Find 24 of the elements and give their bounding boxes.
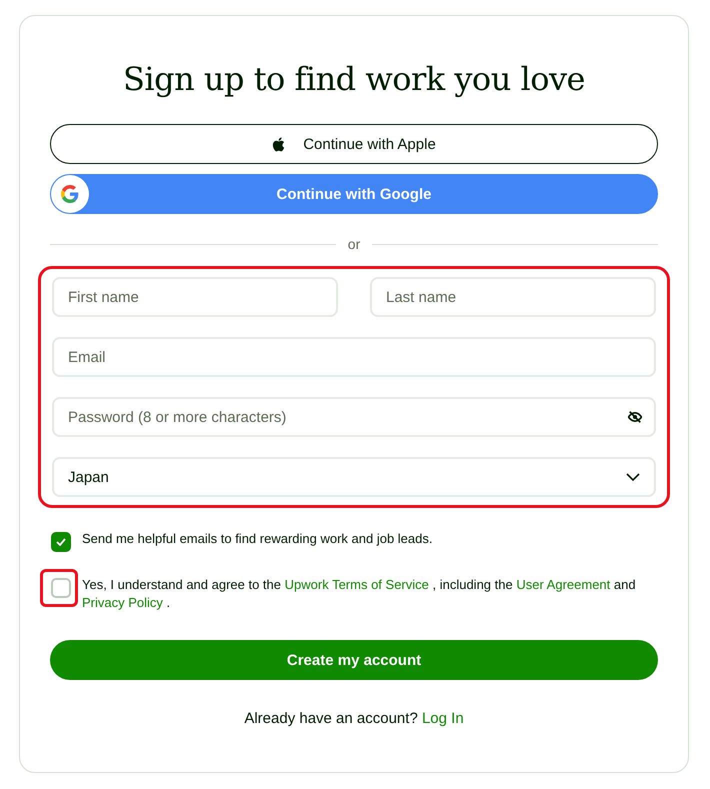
page-title: Sign up to find work you love xyxy=(122,60,586,98)
name-field[interactable]: Last name xyxy=(370,277,656,317)
login-link[interactable]: Log In xyxy=(422,710,464,727)
create-account-button[interactable]: Create my account xyxy=(50,640,658,680)
apple-signin-button[interactable]: Continue with Apple xyxy=(50,124,658,164)
name-field[interactable]: First name xyxy=(52,277,338,317)
terms-link[interactable]: Privacy Policy xyxy=(82,595,163,610)
chevron-down-icon xyxy=(626,473,640,481)
terms-text: Yes, I understand and agree to the Upwork Terms of Service , including the User Agreement and Privacy Policy . xyxy=(82,576,637,612)
check-icon xyxy=(56,538,66,546)
divider-text: or xyxy=(348,236,360,252)
eye-slash-icon[interactable] xyxy=(628,411,642,423)
google-logo-icon xyxy=(61,185,79,203)
apple-icon xyxy=(272,136,286,152)
email-field[interactable]: Email xyxy=(52,337,656,377)
login-prompt: Already have an account? xyxy=(244,710,418,727)
terms-link[interactable]: Upwork Terms of Service xyxy=(284,577,429,592)
checkbox[interactable] xyxy=(51,578,71,598)
terms-link[interactable]: User Agreement xyxy=(516,577,610,592)
checkbox[interactable] xyxy=(51,532,71,552)
password-field[interactable]: Password (8 or more characters) xyxy=(52,397,656,437)
country-select[interactable]: Japan xyxy=(52,457,656,497)
option-text: Send me helpful emails to find rewarding work and job leads. xyxy=(82,530,432,548)
google-signin-button[interactable]: Continue with Google xyxy=(50,174,658,214)
